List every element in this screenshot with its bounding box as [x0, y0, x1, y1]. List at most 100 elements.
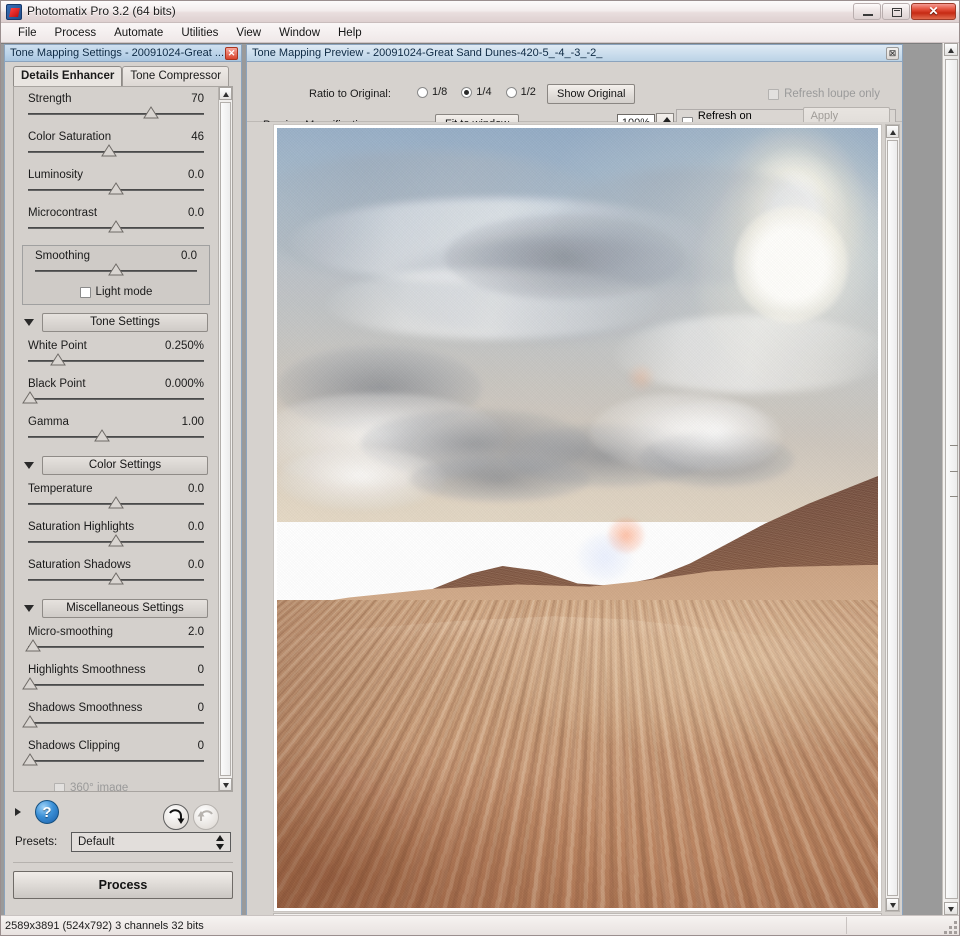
light-mode-row[interactable]: Light mode: [29, 286, 203, 298]
process-button[interactable]: Process: [13, 871, 233, 899]
help-icon[interactable]: ?: [35, 800, 59, 824]
settings-scroll-pane: Strength 70 Color Saturation 46: [13, 86, 233, 792]
preview-toolbar: Ratio to Original: 1/8 1/4 1/2: [247, 62, 902, 122]
slider-thumb[interactable]: [22, 753, 38, 766]
slider-track[interactable]: [28, 722, 204, 724]
slider-thumb[interactable]: [108, 263, 124, 276]
ratio-option-1-4[interactable]: 1/4: [461, 86, 491, 98]
slider-temperature[interactable]: Temperature 0.0: [28, 483, 204, 515]
slider-color-saturation[interactable]: Color Saturation 46: [28, 131, 204, 163]
slider-strength[interactable]: Strength 70: [28, 93, 204, 125]
slider-thumb[interactable]: [108, 572, 124, 585]
menu-help[interactable]: Help: [329, 25, 371, 41]
scroll-up-button[interactable]: [886, 125, 899, 138]
preview-close-button[interactable]: ⊠: [886, 47, 899, 60]
slider-micro-smoothing[interactable]: Micro-smoothing 2.0: [28, 626, 204, 658]
ratio-option-1-8[interactable]: 1/8: [417, 86, 447, 98]
ratio-option-1-2[interactable]: 1/2: [506, 86, 536, 98]
menu-process[interactable]: Process: [46, 25, 106, 41]
resize-grip-icon[interactable]: [943, 920, 957, 934]
chevron-down-icon[interactable]: [24, 462, 34, 469]
tab-tone-compressor[interactable]: Tone Compressor: [122, 66, 229, 86]
slider-thumb[interactable]: [50, 353, 66, 366]
slider-gamma[interactable]: Gamma 1.00: [28, 416, 204, 448]
scrollbar-thumb[interactable]: [945, 59, 958, 899]
slider-thumb[interactable]: [22, 715, 38, 728]
section-tone-settings[interactable]: Tone Settings: [24, 313, 208, 332]
slider-luminosity[interactable]: Luminosity 0.0: [28, 169, 204, 201]
slider-thumb[interactable]: [108, 534, 124, 547]
section-miscellaneous-settings-button[interactable]: Miscellaneous Settings: [42, 599, 208, 618]
menu-automate[interactable]: Automate: [105, 25, 172, 41]
menu-window[interactable]: Window: [270, 25, 329, 41]
radio-icon[interactable]: [417, 87, 428, 98]
menu-view[interactable]: View: [227, 25, 270, 41]
scroll-up-button[interactable]: [219, 87, 232, 100]
scroll-down-button[interactable]: [886, 898, 899, 911]
slider-thumb[interactable]: [94, 429, 110, 442]
section-tone-settings-button[interactable]: Tone Settings: [42, 313, 208, 332]
settings-vertical-scrollbar[interactable]: [218, 87, 232, 791]
close-button[interactable]: ✕: [911, 3, 956, 20]
preview-vertical-scrollbar[interactable]: [885, 124, 900, 912]
slider-track[interactable]: [28, 684, 204, 686]
redo-arrow-icon: [194, 805, 218, 829]
preview-photo[interactable]: [277, 128, 878, 908]
undo-button[interactable]: [163, 804, 189, 830]
slider-highlights-smoothness[interactable]: Highlights Smoothness 0: [28, 664, 204, 696]
stepper-icon[interactable]: [216, 835, 225, 850]
slider-saturation-highlights[interactable]: Saturation Highlights 0.0: [28, 521, 204, 553]
chevron-down-icon[interactable]: [24, 605, 34, 612]
slider-thumb[interactable]: [22, 391, 38, 404]
slider-thumb[interactable]: [108, 182, 124, 195]
slider-thumb[interactable]: [143, 106, 159, 119]
settings-close-button[interactable]: ✕: [225, 47, 238, 60]
close-icon: ✕: [912, 4, 955, 19]
help-and-history-row: ?: [13, 796, 233, 830]
slider-thumb[interactable]: [108, 220, 124, 233]
chevron-down-icon: [890, 903, 896, 908]
menu-utilities[interactable]: Utilities: [172, 25, 227, 41]
slider-label: White Point: [28, 340, 87, 352]
slider-label: Highlights Smoothness: [28, 664, 146, 676]
window-vertical-scrollbar[interactable]: [942, 43, 959, 915]
slider-thumb[interactable]: [22, 677, 38, 690]
scroll-down-button[interactable]: [944, 902, 958, 915]
section-miscellaneous-settings[interactable]: Miscellaneous Settings: [24, 599, 208, 618]
slider-thumb[interactable]: [25, 639, 41, 652]
slider-shadows-clipping[interactable]: Shadows Clipping 0: [28, 740, 204, 772]
slider-microcontrast[interactable]: Microcontrast 0.0: [28, 207, 204, 239]
slider-saturation-shadows[interactable]: Saturation Shadows 0.0: [28, 559, 204, 591]
maximize-button[interactable]: [882, 3, 910, 20]
slider-thumb[interactable]: [101, 144, 117, 157]
title-bar: Photomatix Pro 3.2 (64 bits) ✕: [1, 1, 959, 23]
slider-track[interactable]: [28, 436, 204, 438]
slider-track[interactable]: [28, 398, 204, 400]
slider-thumb[interactable]: [108, 496, 124, 509]
tab-details-enhancer[interactable]: Details Enhancer: [13, 66, 122, 86]
chevron-down-icon[interactable]: [24, 319, 34, 326]
presets-select[interactable]: Default: [71, 832, 231, 852]
menu-file[interactable]: File: [9, 25, 46, 41]
radio-icon[interactable]: [506, 87, 517, 98]
slider-black-point[interactable]: Black Point 0.000%: [28, 378, 204, 410]
minimize-button[interactable]: [853, 3, 881, 20]
slider-shadows-smoothness[interactable]: Shadows Smoothness 0: [28, 702, 204, 734]
slider-track[interactable]: [28, 113, 204, 115]
scrollbar-thumb[interactable]: [887, 140, 898, 896]
slider-track[interactable]: [28, 646, 204, 648]
section-color-settings[interactable]: Color Settings: [24, 456, 208, 475]
image-viewport[interactable]: [273, 124, 882, 912]
slider-track[interactable]: [28, 760, 204, 762]
chevron-right-icon[interactable]: [15, 808, 21, 816]
scrollbar-thumb[interactable]: [220, 102, 231, 776]
radio-icon[interactable]: [461, 87, 472, 98]
show-original-button[interactable]: Show Original: [547, 84, 635, 104]
slider-value: 0.0: [188, 559, 204, 571]
scroll-down-button[interactable]: [219, 778, 232, 791]
light-mode-checkbox[interactable]: [80, 287, 91, 298]
scroll-up-button[interactable]: [944, 43, 958, 56]
slider-white-point[interactable]: White Point 0.250%: [28, 340, 204, 372]
slider-smoothing[interactable]: Smoothing 0.0: [35, 250, 197, 282]
section-color-settings-button[interactable]: Color Settings: [42, 456, 208, 475]
